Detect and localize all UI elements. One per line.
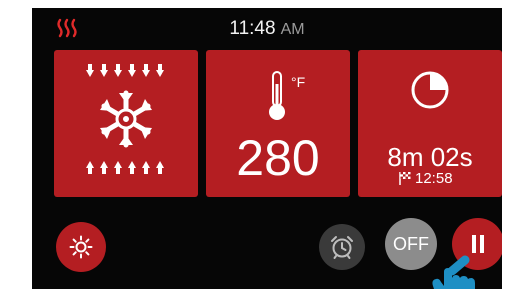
oven-display: 11:48 AM °F 280 8m 02s 12:58 OFF bbox=[32, 8, 502, 289]
timer-remaining: 8m 02s bbox=[387, 142, 473, 172]
alarm-clock-icon bbox=[331, 236, 353, 259]
clock-time: 11:48 bbox=[229, 18, 276, 39]
kitchen-timer-button[interactable] bbox=[319, 224, 365, 270]
timer-end-time: 12:58 bbox=[398, 170, 453, 187]
sun-icon bbox=[69, 235, 93, 259]
timer-end-time-text: 12:58 bbox=[415, 170, 453, 187]
temperature-unit: °F bbox=[291, 74, 306, 90]
clock-pie-icon bbox=[411, 71, 449, 109]
clock-ampm: AM bbox=[280, 21, 305, 38]
temperature-value: 280 bbox=[236, 130, 320, 186]
thermometer-icon bbox=[269, 71, 285, 120]
oven-light-button[interactable] bbox=[56, 222, 106, 272]
off-button-label: OFF bbox=[393, 233, 429, 254]
clock: 11:48 AM bbox=[32, 18, 502, 40]
timer-tile[interactable]: 8m 02s 12:58 bbox=[358, 50, 502, 197]
cooking-mode-tile[interactable] bbox=[54, 50, 198, 197]
temperature-tile[interactable]: °F 280 bbox=[206, 50, 350, 197]
checkered-flag-icon bbox=[399, 172, 411, 185]
convection-fan-snowflake-icon bbox=[86, 64, 164, 174]
touch-hand-icon bbox=[432, 255, 475, 289]
